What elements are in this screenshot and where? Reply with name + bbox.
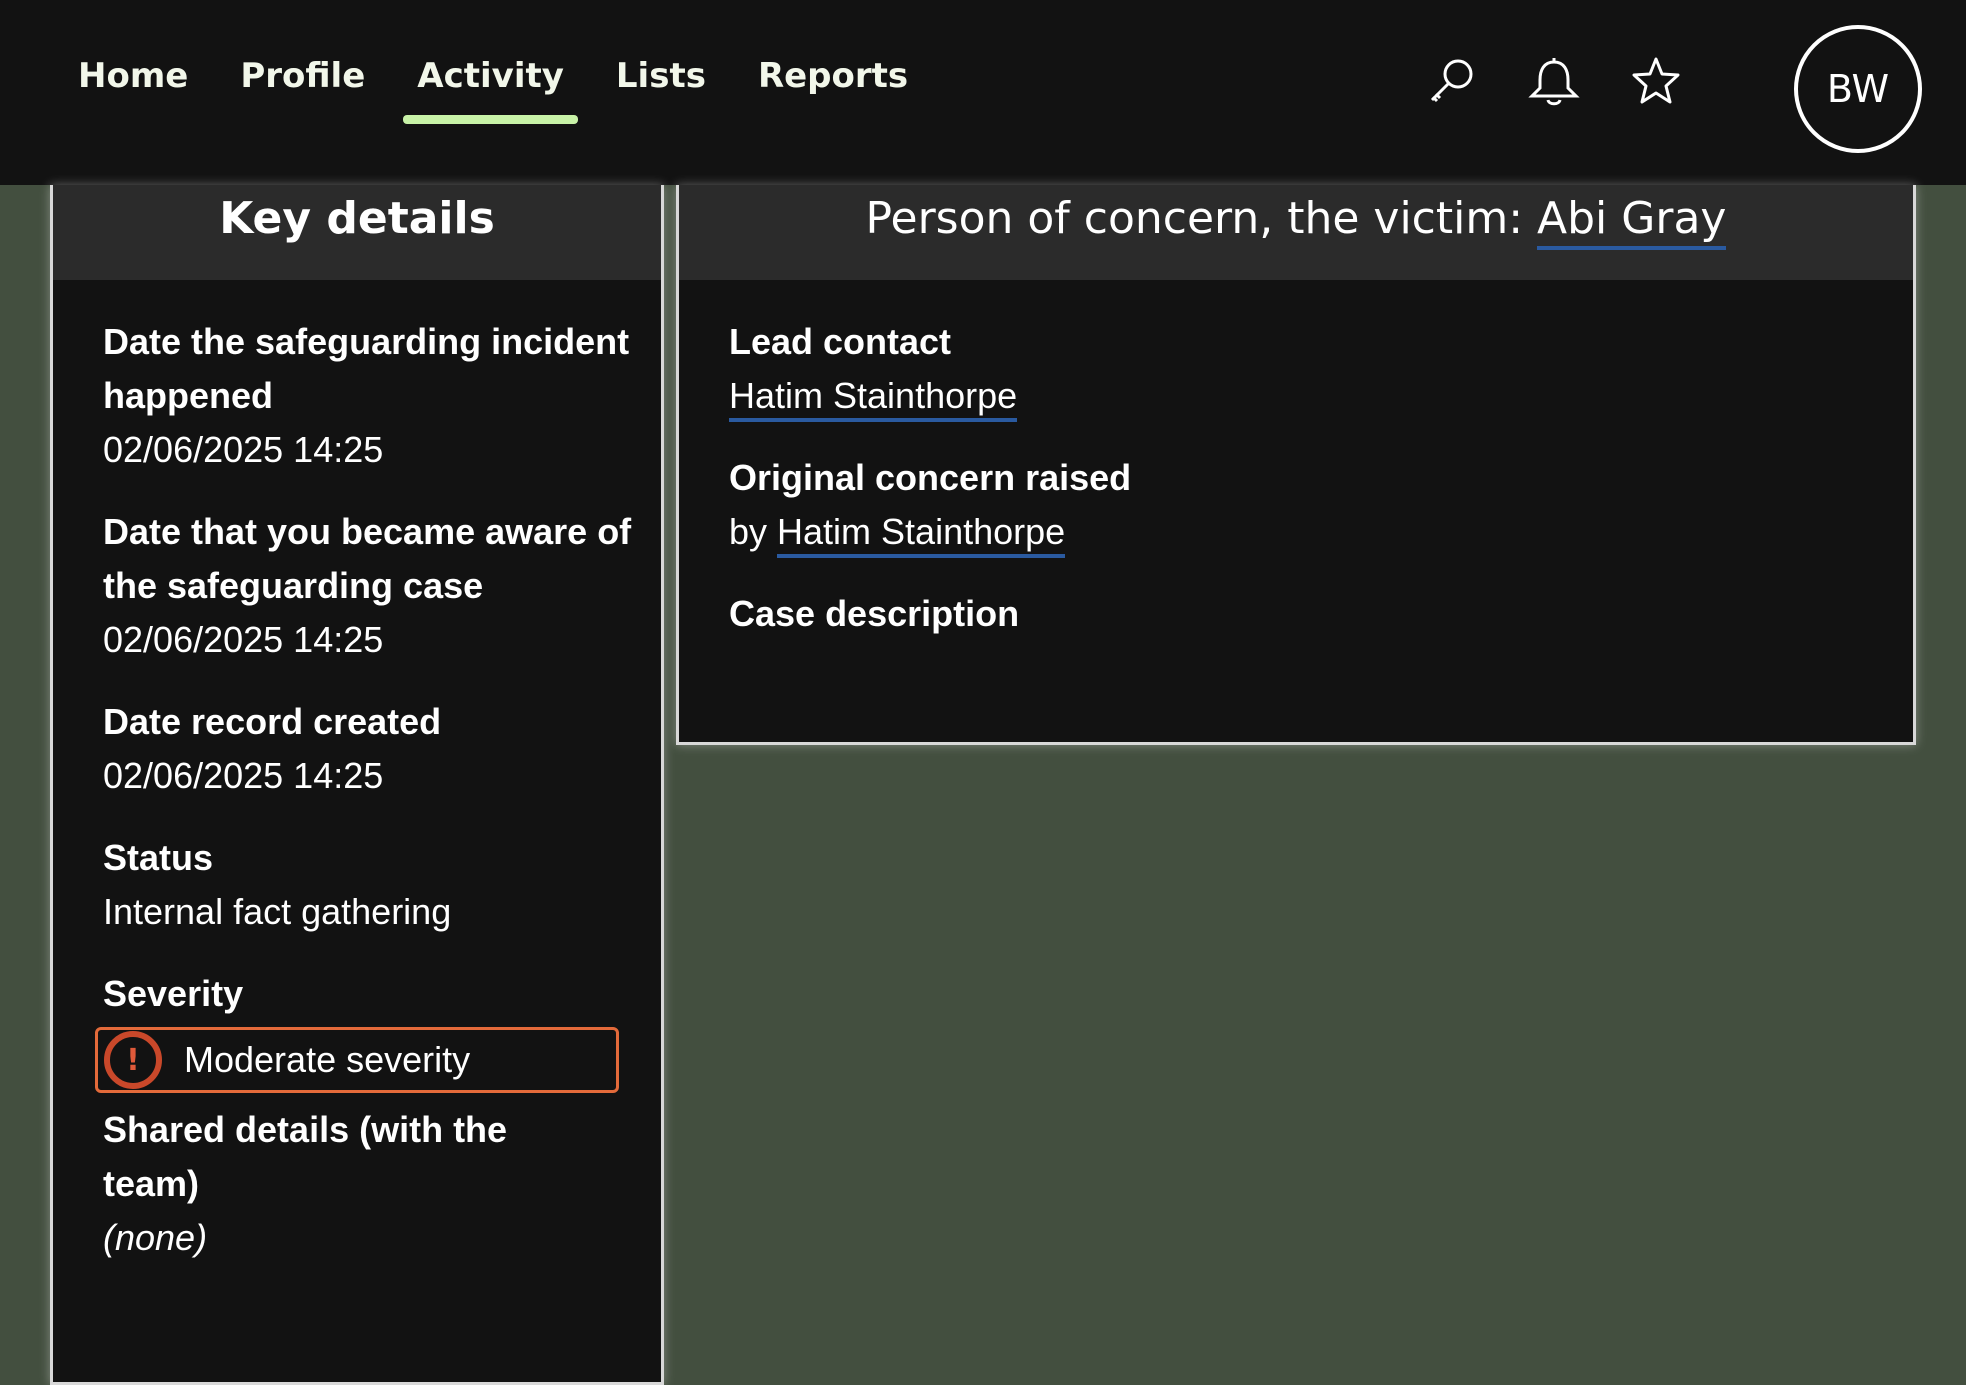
- key-details-title: Key details: [219, 193, 495, 244]
- aware-date-field: Date that you became aware of the safegu…: [103, 505, 643, 667]
- aware-date-value: 02/06/2025 14:25: [103, 619, 384, 660]
- shared-details-value: (none): [103, 1217, 208, 1258]
- original-concern-link[interactable]: Hatim Stainthorpe: [777, 511, 1066, 558]
- shared-details-label: Shared details (with the team): [103, 1109, 508, 1204]
- original-concern-field: Original concern raised by Hatim Stainth…: [729, 451, 1829, 559]
- bell-icon[interactable]: [1524, 52, 1584, 112]
- record-created-label: Date record created: [103, 701, 442, 742]
- aware-date-label: Date that you became aware of the safegu…: [103, 511, 632, 606]
- case-description-label: Case description: [729, 593, 1020, 634]
- key-details-header: Key details: [53, 185, 661, 280]
- status-label: Status: [103, 837, 214, 878]
- person-title-prefix: Person of concern, the victim:: [865, 193, 1538, 244]
- main-nav: Home Profile Activity Lists Reports: [52, 48, 934, 124]
- user-avatar[interactable]: BW: [1794, 25, 1922, 153]
- nav-reports[interactable]: Reports: [732, 48, 934, 116]
- severity-value: Moderate severity: [184, 1039, 471, 1080]
- status-value: Internal fact gathering: [103, 891, 452, 932]
- person-name-link[interactable]: Abi Gray: [1537, 193, 1727, 250]
- lead-contact-label: Lead contact: [729, 321, 952, 362]
- nav-activity[interactable]: Activity: [391, 48, 590, 124]
- severity-badge: ! Moderate severity: [95, 1027, 619, 1093]
- person-header: Person of concern, the victim: Abi Gray: [679, 185, 1913, 280]
- severity-field: Severity: [103, 967, 643, 1021]
- nav-home[interactable]: Home: [52, 48, 214, 116]
- lead-contact-field: Lead contact Hatim Stainthorpe: [729, 315, 1829, 423]
- original-concern-label: Original concern raised: [729, 457, 1132, 498]
- incident-date-field: Date the safeguarding incident happened …: [103, 315, 643, 477]
- lead-contact-link[interactable]: Hatim Stainthorpe: [729, 375, 1018, 422]
- header-actions: [1422, 52, 1686, 112]
- original-concern-prefix: by: [729, 511, 778, 552]
- status-field: Status Internal fact gathering: [103, 831, 643, 939]
- person-panel: Person of concern, the victim: Abi Gray …: [676, 185, 1916, 745]
- shared-details-field: Shared details (with the team) (none): [103, 1103, 543, 1265]
- search-icon[interactable]: [1422, 52, 1482, 112]
- severity-label: Severity: [103, 973, 244, 1014]
- top-navigation-bar: Home Profile Activity Lists Reports BW: [0, 0, 1966, 185]
- incident-date-value: 02/06/2025 14:25: [103, 429, 384, 470]
- record-created-field: Date record created 02/06/2025 14:25: [103, 695, 643, 803]
- record-created-value: 02/06/2025 14:25: [103, 755, 384, 796]
- case-description-field: Case description: [729, 587, 1829, 641]
- incident-date-label: Date the safeguarding incident happened: [103, 321, 630, 416]
- person-title: Person of concern, the victim: Abi Gray: [679, 193, 1913, 250]
- key-details-panel: Key details Date the safeguarding incide…: [50, 185, 664, 1385]
- star-icon[interactable]: [1626, 52, 1686, 112]
- warning-icon: !: [104, 1031, 162, 1089]
- nav-profile[interactable]: Profile: [214, 48, 391, 116]
- nav-lists[interactable]: Lists: [590, 48, 732, 116]
